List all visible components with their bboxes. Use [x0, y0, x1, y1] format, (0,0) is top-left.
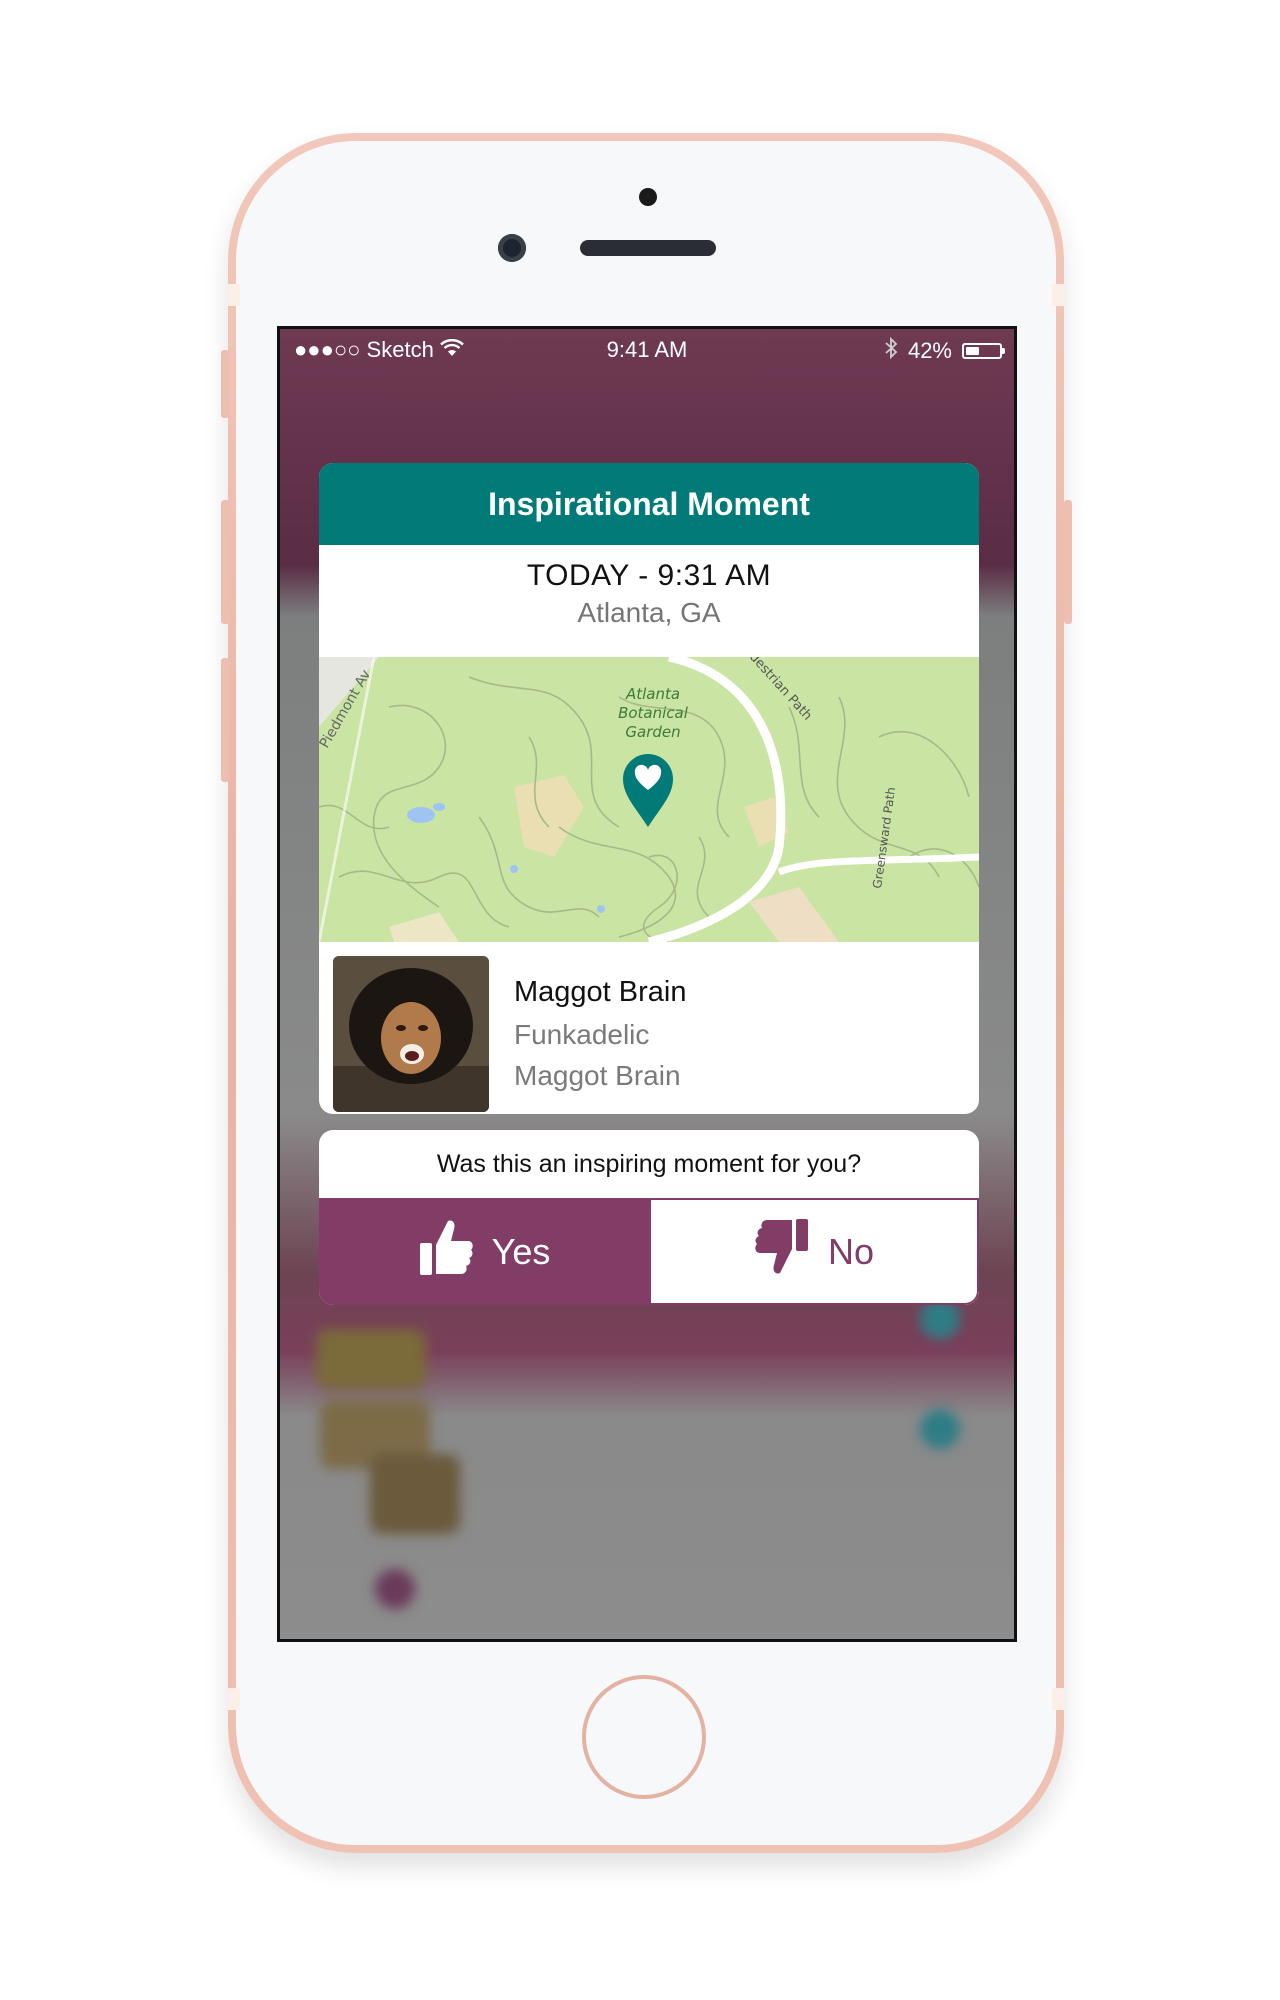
- moment-location: Atlanta, GA: [577, 597, 721, 628]
- blurred-background: [920, 1299, 960, 1339]
- track-title: Maggot Brain: [514, 976, 687, 1008]
- location-map[interactable]: Atlanta Botanical Garden Piedmont Av des…: [319, 657, 979, 942]
- moment-time: TODAY - 9:31 AM: [526, 559, 772, 592]
- map-label-garden: Atlanta: [625, 685, 680, 703]
- front-camera: [498, 234, 526, 262]
- home-button[interactable]: [582, 1675, 706, 1799]
- antenna-band: [1052, 284, 1064, 306]
- battery-percent: 42%: [907, 338, 952, 363]
- thumbs-down-icon: [754, 1217, 810, 1286]
- antenna-band: [228, 284, 240, 306]
- yes-button[interactable]: Yes: [319, 1198, 649, 1305]
- battery-icon: [962, 343, 1005, 359]
- moment-header: Inspirational Moment: [319, 463, 979, 545]
- volume-up-button[interactable]: [221, 500, 229, 624]
- yes-label: Yes: [491, 1230, 551, 1272]
- blurred-background: [375, 1569, 415, 1609]
- earpiece: [580, 240, 716, 256]
- album-art: [333, 956, 489, 1112]
- map-label-garden: Botanical: [618, 704, 689, 722]
- blurred-background: [920, 1409, 960, 1449]
- no-button[interactable]: No: [649, 1198, 979, 1305]
- blurred-background: [370, 1454, 460, 1534]
- feedback-card: Was this an inspiring moment for you? Ye…: [319, 1130, 979, 1305]
- front-sensor: [639, 188, 657, 206]
- antenna-band: [228, 1688, 240, 1710]
- bluetooth-icon: [884, 336, 898, 365]
- status-bar: ●●●○○ Sketch 9:41 AM 42%: [280, 329, 1014, 371]
- screen: ●●●○○ Sketch 9:41 AM 42% Inspirational M…: [277, 326, 1017, 1642]
- map-label-garden: Garden: [625, 723, 680, 741]
- heart-pin-icon[interactable]: [623, 754, 673, 827]
- battery-level: [966, 347, 979, 355]
- track-info[interactable]: Maggot Brain Funkadelic Maggot Brain: [319, 942, 979, 1114]
- feedback-answers: Yes No: [319, 1198, 979, 1305]
- feedback-question: Was this an inspiring moment for you?: [436, 1149, 862, 1178]
- no-label: No: [827, 1230, 875, 1272]
- volume-down-button[interactable]: [221, 658, 229, 782]
- status-right: 42%: [884, 336, 1005, 365]
- moment-card: Inspirational Moment TODAY - 9:31 AM Atl…: [319, 463, 979, 1114]
- power-button[interactable]: [1064, 500, 1072, 624]
- mute-switch[interactable]: [221, 350, 229, 418]
- antenna-band: [1052, 1688, 1064, 1710]
- track-artist: Funkadelic: [514, 1019, 650, 1050]
- blurred-background: [316, 1329, 426, 1389]
- thumbs-up-icon: [418, 1217, 474, 1286]
- track-album: Maggot Brain: [514, 1060, 681, 1091]
